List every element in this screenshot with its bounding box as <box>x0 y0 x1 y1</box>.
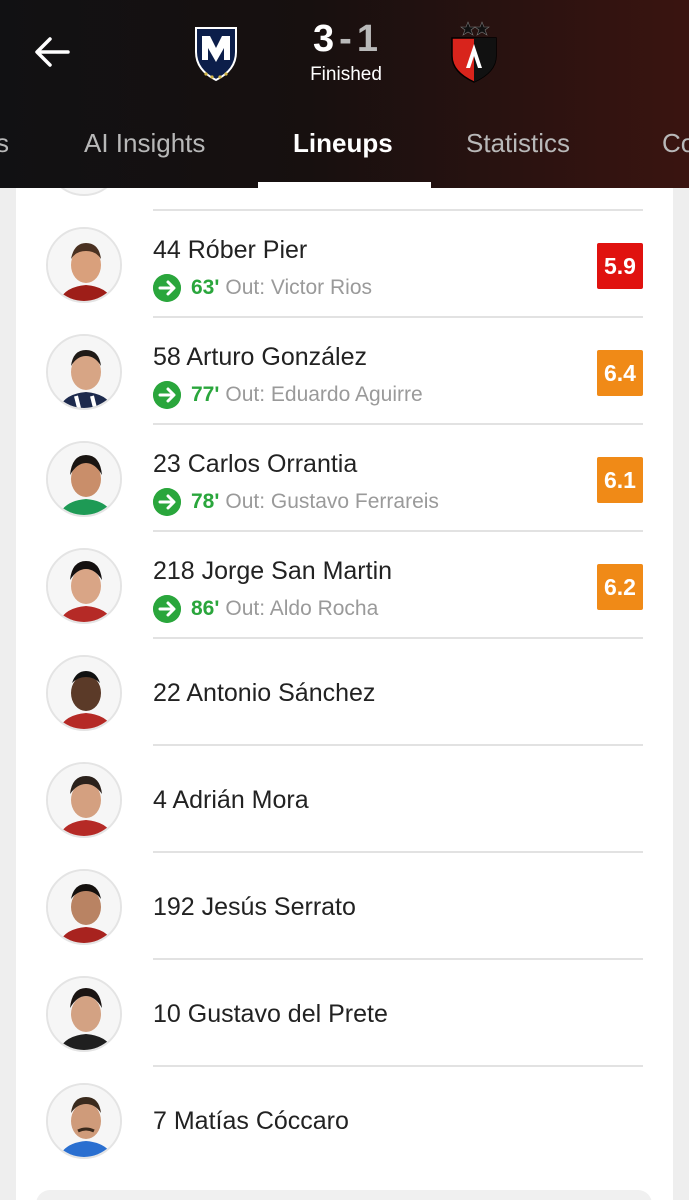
substitution-info: 63' Out: Victor Rios <box>153 274 373 302</box>
player-row[interactable]: 22 Antonio Sánchez <box>16 639 673 746</box>
player-name: 44 Róber Pier <box>153 236 308 264</box>
sub-in-arrow-icon <box>153 274 181 302</box>
rating-badge: 6.1 <box>597 457 643 503</box>
player-row[interactable]: 58 Arturo González 77' Out: Eduardo Aguir… <box>16 318 673 425</box>
player-avatar <box>46 334 122 410</box>
player-avatar <box>46 869 122 945</box>
tab-partial-left[interactable]: s <box>0 128 9 159</box>
player-name: 10 Gustavo del Prete <box>153 1000 388 1028</box>
sub-out-player: Out: Eduardo Aguirre <box>225 383 423 406</box>
player-row[interactable]: 10 Gustavo del Prete <box>16 960 673 1067</box>
rating-badge: 5.9 <box>597 243 643 289</box>
lineup-card: 44 Róber Pier 63' Out: Victor Rios 5.9 58… <box>16 120 673 1200</box>
sub-out-player: Out: Victor Rios <box>225 276 373 299</box>
player-avatar <box>46 227 122 303</box>
player-name: 22 Antonio Sánchez <box>153 679 376 707</box>
player-avatar <box>46 1083 122 1159</box>
player-avatar <box>46 655 122 731</box>
monterrey-crest-icon[interactable] <box>190 22 242 84</box>
player-name: 23 Carlos Orrantia <box>153 450 358 478</box>
match-status: Finished <box>310 64 382 85</box>
player-avatar <box>46 762 122 838</box>
sub-minute: 78' <box>191 490 220 513</box>
rating-badge: 6.4 <box>597 350 643 396</box>
sub-out-player: Out: Aldo Rocha <box>225 597 379 620</box>
sub-minute: 77' <box>191 383 220 406</box>
score: 3-1 <box>290 18 402 61</box>
player-avatar <box>46 976 122 1052</box>
next-section-edge <box>36 1190 652 1200</box>
score-separator: - <box>339 18 353 60</box>
atlas-crest-icon[interactable] <box>446 18 502 84</box>
tab-partial-right[interactable]: Co <box>662 128 689 159</box>
player-row[interactable]: 23 Carlos Orrantia 78' Out: Gustavo Ferra… <box>16 425 673 532</box>
back-arrow-icon[interactable] <box>30 28 78 76</box>
sub-minute: 63' <box>191 276 220 299</box>
sub-out-player: Out: Gustavo Ferrareis <box>225 490 439 513</box>
sub-in-arrow-icon <box>153 488 181 516</box>
score-home: 3 <box>313 18 336 60</box>
match-header: 3-1 Finished s AI Insights Lineups Stati… <box>0 0 689 188</box>
tab-ai-insights[interactable]: AI Insights <box>84 128 205 159</box>
player-name: 4 Adrián Mora <box>153 786 309 814</box>
score-away: 1 <box>356 18 379 60</box>
player-row[interactable]: 4 Adrián Mora <box>16 746 673 853</box>
substitution-info: 78' Out: Gustavo Ferrareis <box>153 488 439 516</box>
player-row[interactable]: 192 Jesús Serrato <box>16 853 673 960</box>
sub-in-arrow-icon <box>153 595 181 623</box>
rating-badge: 6.2 <box>597 564 643 610</box>
tab-lineups[interactable]: Lineups <box>293 128 393 159</box>
sub-minute: 86' <box>191 597 220 620</box>
tab-bar: s AI Insights Lineups Statistics Co <box>0 118 689 188</box>
player-row[interactable]: 218 Jorge San Martin 86' Out: Aldo Rocha … <box>16 532 673 639</box>
sub-in-arrow-icon <box>153 381 181 409</box>
player-name: 218 Jorge San Martin <box>153 557 393 585</box>
player-avatar <box>46 441 122 517</box>
player-name: 192 Jesús Serrato <box>153 893 356 921</box>
player-row[interactable]: 44 Róber Pier 63' Out: Victor Rios 5.9 <box>16 211 673 318</box>
player-name: 58 Arturo González <box>153 343 368 371</box>
player-name: 7 Matías Cóccaro <box>153 1107 349 1135</box>
substitution-info: 86' Out: Aldo Rocha <box>153 595 379 623</box>
player-row[interactable]: 7 Matías Cóccaro <box>16 1067 673 1174</box>
substitution-info: 77' Out: Eduardo Aguirre <box>153 381 423 409</box>
tab-statistics[interactable]: Statistics <box>466 128 570 159</box>
player-avatar <box>46 548 122 624</box>
active-tab-indicator <box>258 182 431 188</box>
